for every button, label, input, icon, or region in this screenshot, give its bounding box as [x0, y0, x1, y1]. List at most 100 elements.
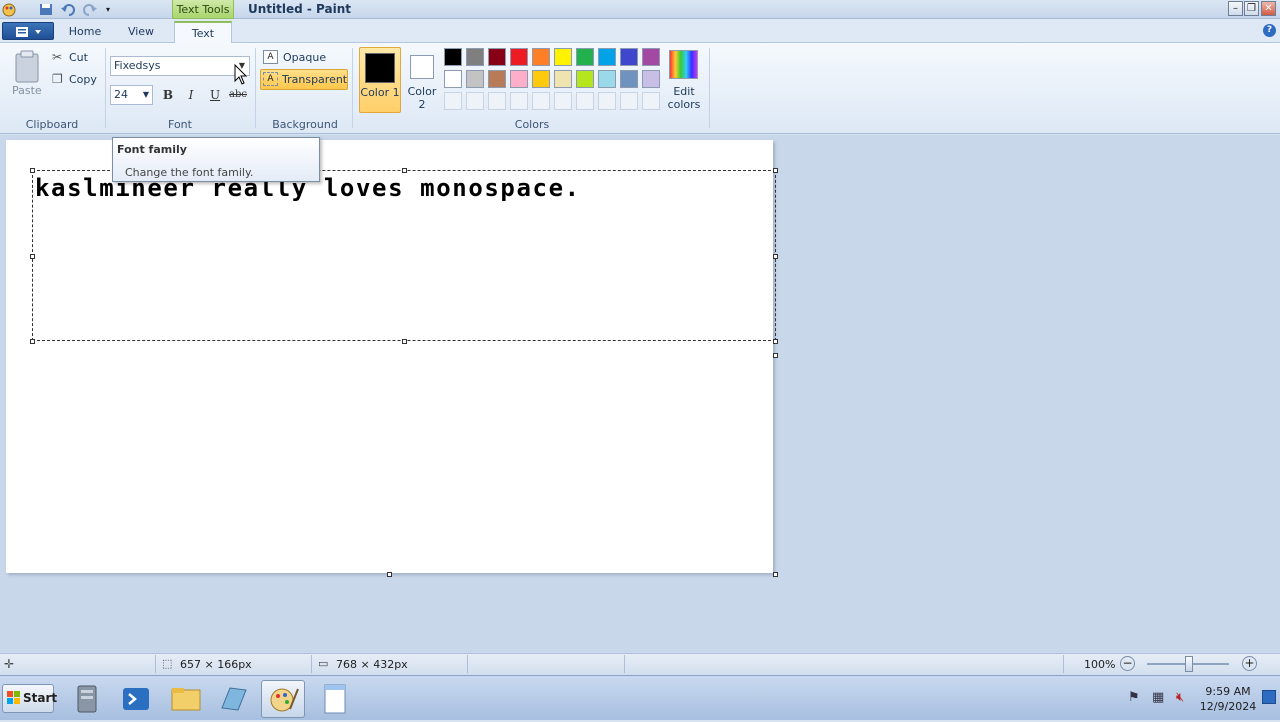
resize-handle[interactable]	[773, 254, 778, 259]
qat-customize-icon[interactable]: ▾	[102, 2, 114, 17]
zoom-out-button[interactable]: −	[1120, 656, 1135, 671]
redo-icon[interactable]	[82, 2, 98, 17]
paint-menu-button[interactable]	[2, 22, 54, 40]
move-cursor-icon: ✛	[4, 657, 15, 671]
action-center-flag-icon[interactable]: ⚑	[1128, 690, 1140, 705]
tab-home[interactable]: Home	[60, 21, 110, 43]
font-size-dropdown-icon[interactable]: ▼	[143, 86, 149, 104]
palette-swatch[interactable]	[444, 70, 462, 88]
italic-button[interactable]: I	[181, 86, 201, 104]
undo-icon[interactable]	[60, 2, 76, 17]
transparent-button[interactable]: A Transparent	[260, 69, 348, 90]
palette-swatch[interactable]	[642, 70, 660, 88]
system-clock[interactable]: 9:59 AM 12/9/2024	[1196, 684, 1260, 714]
palette-swatch[interactable]	[532, 70, 550, 88]
custom-color-slot[interactable]	[620, 92, 638, 110]
custom-color-slot[interactable]	[466, 92, 484, 110]
palette-swatch[interactable]	[642, 48, 660, 66]
palette-swatch[interactable]	[510, 70, 528, 88]
powershell-icon[interactable]	[114, 680, 158, 718]
canvas-resize-handle[interactable]	[773, 353, 778, 358]
restore-button[interactable]: ❐	[1244, 1, 1259, 16]
palette-swatch[interactable]	[620, 48, 638, 66]
copy-button[interactable]: ❐ Copy	[52, 72, 102, 88]
palette-swatch[interactable]	[554, 48, 572, 66]
start-button[interactable]: Start	[2, 684, 57, 713]
color-spectrum-icon	[669, 50, 698, 79]
bold-button[interactable]: B	[158, 86, 178, 104]
scissors-icon: ✂	[52, 50, 63, 64]
custom-color-slot[interactable]	[598, 92, 616, 110]
cut-button[interactable]: ✂ Cut	[52, 50, 102, 66]
palette-swatch[interactable]	[466, 70, 484, 88]
paint-app-icon[interactable]	[2, 2, 17, 17]
paint-taskbar-button[interactable]	[261, 680, 305, 718]
resize-handle[interactable]	[773, 168, 778, 173]
cut-label: Cut	[69, 51, 88, 64]
canvas-resize-handle[interactable]	[773, 572, 778, 577]
custom-color-slot[interactable]	[554, 92, 572, 110]
paste-button[interactable]: Paste	[8, 48, 46, 100]
selection-size: 657 × 166px	[180, 658, 252, 671]
show-desktop-icon[interactable]	[1262, 690, 1276, 704]
help-icon[interactable]: ?	[1263, 24, 1276, 37]
palette-swatch[interactable]	[620, 70, 638, 88]
palette-swatch[interactable]	[576, 70, 594, 88]
underline-button[interactable]: U	[205, 86, 225, 104]
palette-swatch[interactable]	[488, 48, 506, 66]
windows-logo-icon	[7, 691, 21, 705]
font-size-combo[interactable]: 24 ▼	[110, 85, 153, 105]
notepad-icon[interactable]	[313, 680, 357, 718]
canvas-size-icon: ▭	[318, 657, 329, 670]
opaque-icon: A	[263, 50, 278, 64]
divider	[709, 48, 710, 128]
minimize-button[interactable]: –	[1228, 1, 1243, 16]
resize-handle[interactable]	[773, 339, 778, 344]
close-button[interactable]: ✕	[1261, 1, 1276, 16]
palette-swatch[interactable]	[510, 48, 528, 66]
save-icon[interactable]	[38, 2, 54, 17]
resize-handle[interactable]	[30, 339, 35, 344]
resize-handle[interactable]	[402, 168, 407, 173]
network-icon[interactable]: ▦	[1152, 690, 1164, 705]
font-family-combo[interactable]: Fixedsys	[110, 56, 250, 76]
transparent-icon: A	[263, 72, 278, 86]
palette-swatch[interactable]	[466, 48, 484, 66]
volume-muted-icon[interactable]: 🔇︎	[1176, 690, 1184, 705]
resize-handle[interactable]	[30, 168, 35, 173]
tooltip-title: Font family	[117, 143, 187, 156]
palette-swatch[interactable]	[598, 70, 616, 88]
custom-color-slot[interactable]	[444, 92, 462, 110]
color-1-button[interactable]: Color 1	[359, 47, 401, 113]
zoom-in-button[interactable]: +	[1242, 656, 1257, 671]
opaque-button[interactable]: A Opaque	[262, 49, 342, 67]
canvas-resize-handle[interactable]	[387, 572, 392, 577]
custom-color-slot[interactable]	[510, 92, 528, 110]
edit-colors-button[interactable]: Edit colors	[666, 48, 702, 114]
color-2-label: Color 2	[407, 85, 437, 111]
custom-color-slot[interactable]	[532, 92, 550, 110]
edit-colors-label: Edit colors	[667, 85, 701, 111]
divider	[105, 48, 106, 128]
sketch-app-icon[interactable]	[212, 680, 256, 718]
custom-color-slot[interactable]	[488, 92, 506, 110]
palette-swatch[interactable]	[444, 48, 462, 66]
tab-view[interactable]: View	[118, 21, 164, 43]
resize-handle[interactable]	[402, 339, 407, 344]
font-family-tooltip: Font family Change the font family.	[112, 137, 320, 182]
custom-color-slot[interactable]	[576, 92, 594, 110]
palette-swatch[interactable]	[554, 70, 572, 88]
file-explorer-icon[interactable]	[164, 680, 208, 718]
custom-color-slot[interactable]	[642, 92, 660, 110]
palette-swatch[interactable]	[576, 48, 594, 66]
color-2-button[interactable]: Color 2	[403, 47, 441, 113]
color-2-swatch	[410, 55, 434, 79]
transparent-label: Transparent	[282, 73, 348, 86]
zoom-slider-thumb[interactable]	[1185, 656, 1193, 672]
palette-swatch[interactable]	[532, 48, 550, 66]
palette-swatch[interactable]	[598, 48, 616, 66]
tab-text[interactable]: Text	[174, 21, 232, 43]
palette-swatch[interactable]	[488, 70, 506, 88]
resize-handle[interactable]	[30, 254, 35, 259]
server-manager-icon[interactable]	[66, 680, 110, 718]
